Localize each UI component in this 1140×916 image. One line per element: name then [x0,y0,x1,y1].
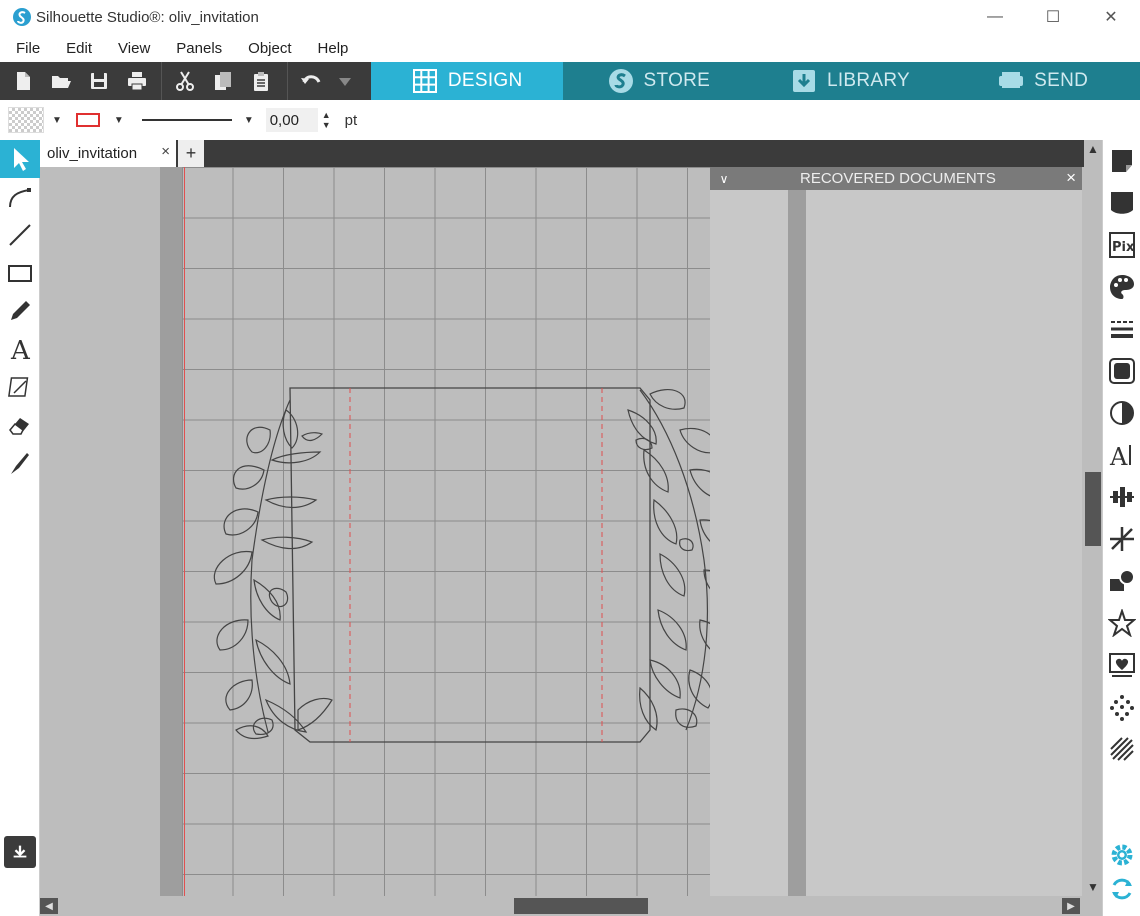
knife-tool-icon[interactable] [0,444,40,482]
line-tool-icon[interactable] [0,216,40,254]
close-window-button[interactable]: ✕ [1082,0,1140,34]
eraser-tool-icon[interactable] [0,406,40,444]
fill-color-palette-icon[interactable] [1103,266,1140,308]
tab-store-label: STORE [643,70,711,91]
document-tab[interactable]: oliv_invitation × [40,140,176,167]
line-properties-bar: ▼ ▼ ▼ ▲▼ pt [0,100,1140,140]
menu-bar: File Edit View Panels Object Help [0,36,1140,60]
tab-library[interactable]: LIBRARY [754,62,947,100]
knife-edit-tool-icon[interactable] [0,368,40,406]
pixscan-icon[interactable]: Pix [1103,224,1140,266]
tab-library-label: LIBRARY [826,70,911,91]
menu-panels[interactable]: Panels [163,40,235,57]
star-shapes-icon[interactable] [1103,602,1140,644]
contrast-icon[interactable] [1103,392,1140,434]
scroll-up-icon[interactable]: ▲ [1084,140,1102,158]
svg-text:Pix: Pix [1112,240,1135,255]
document-tab-label: oliv_invitation [47,145,138,162]
save-icon[interactable] [80,62,118,100]
fill-color-swatch[interactable] [8,107,44,133]
olive-wreath-left [213,399,333,740]
select-tool-icon[interactable] [0,140,40,178]
line-width-unit: pt [344,111,358,129]
menu-view[interactable]: View [105,40,163,57]
menu-object[interactable]: Object [235,40,304,57]
line-color-swatch[interactable] [75,113,100,127]
rectangle-tool-icon[interactable] [0,254,40,292]
modify-icon[interactable] [1103,560,1140,602]
send-panel-icon[interactable] [1103,182,1140,224]
download-icon [792,70,815,92]
line-style-icon[interactable] [1103,308,1140,350]
sketch-icon[interactable] [1103,728,1140,770]
recovered-documents-header: ∨ RECOVERED DOCUMENTS × [710,167,1082,190]
svg-text:A: A [1109,443,1128,469]
menu-file[interactable]: File [0,40,53,57]
page-setup-icon[interactable] [1103,140,1140,182]
line-style-dropdown-icon[interactable]: ▼ [244,115,254,126]
line-style-preview[interactable] [141,119,232,121]
cut-icon[interactable] [166,62,204,100]
print-icon[interactable] [118,62,156,100]
line-width-stepper[interactable]: ▲ ▼ [322,110,331,130]
open-folder-icon[interactable] [42,62,80,100]
silhouette-logo-icon [13,8,31,26]
new-file-icon[interactable] [4,62,42,100]
horizontal-scroll-thumb[interactable] [514,898,648,914]
copy-icon[interactable] [204,62,242,100]
trace-icon[interactable] [1103,644,1140,686]
tab-send-label: SEND [1034,70,1089,91]
line-width-input[interactable] [265,108,318,132]
close-tab-icon[interactable]: × [161,143,170,160]
maximize-button[interactable]: ☐ [1024,0,1082,34]
rhinestone-icon[interactable] [1103,686,1140,728]
vertical-scrollbar[interactable]: ▲ ▼ [1084,140,1102,896]
cutter-icon [999,72,1024,88]
close-panel-icon[interactable]: × [1066,168,1076,188]
tab-design[interactable]: DESIGN [371,62,564,100]
grid-icon [412,69,437,93]
recovered-panel-divider [788,190,806,896]
add-tab-button[interactable]: + [178,140,204,167]
tab-design-label: DESIGN [447,70,523,91]
replicate-icon[interactable] [1103,518,1140,560]
title-bar: Silhouette Studio®: oliv_invitation — ☐ … [0,0,1140,34]
redo-dropdown-icon[interactable] [330,62,360,100]
scroll-down-icon[interactable]: ▼ [1084,878,1102,896]
tab-store[interactable]: STORE [563,62,755,100]
window-title: Silhouette Studio®: oliv_invitation [36,8,259,26]
library-download-icon[interactable] [4,836,36,868]
main-toolbar: DESIGN STORE LIBRARY SEND [0,62,1140,100]
text-style-icon[interactable]: A [1103,434,1140,476]
chevron-down-icon[interactable]: ∨ [714,172,734,186]
svg-text:A: A [10,336,31,362]
document-tab-bar: oliv_invitation × + [40,140,1084,167]
tab-send[interactable]: SEND [946,62,1140,100]
silhouette-s-icon [608,69,633,93]
scroll-left-icon[interactable]: ◀ [40,898,58,914]
paste-icon[interactable] [242,62,280,100]
scroll-right-icon[interactable]: ▶ [1062,898,1080,914]
align-icon[interactable] [1103,476,1140,518]
vertical-scroll-thumb[interactable] [1085,472,1101,546]
document-area[interactable]: oliv_invitation × + ∨ RECOVERED DOCUMENT… [40,140,1102,896]
recovered-documents-panel: ∨ RECOVERED DOCUMENTS × [710,167,1082,896]
menu-help[interactable]: Help [305,40,362,57]
minimize-button[interactable]: — [966,0,1024,34]
horizontal-scrollbar[interactable]: ◀ ▶ [40,896,1102,916]
pencil-tool-icon[interactable] [0,292,40,330]
sync-icon[interactable] [1103,868,1140,910]
left-toolbar: A [0,140,40,916]
undo-icon[interactable] [292,62,330,100]
text-tool-icon[interactable]: A [0,330,40,368]
fill-dropdown-icon[interactable]: ▼ [52,115,62,126]
fill-pattern-icon[interactable] [1103,350,1140,392]
line-color-dropdown-icon[interactable]: ▼ [114,115,124,126]
recovered-documents-title: RECOVERED DOCUMENTS [800,170,996,187]
menu-edit[interactable]: Edit [53,40,105,57]
point-edit-tool-icon[interactable] [0,178,40,216]
right-panel-toolbar: Pix A [1102,140,1140,916]
